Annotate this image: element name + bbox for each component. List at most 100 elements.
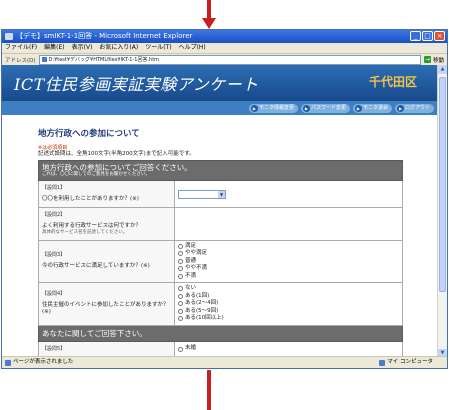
- nav-arrow-icon: ▶: [396, 104, 404, 112]
- go-button[interactable]: → 移動: [423, 56, 444, 64]
- computer-icon: [379, 359, 386, 366]
- menu-favorites[interactable]: お気に入り(A): [99, 43, 138, 53]
- banner-title: ICT住民参画実証実験アンケート: [14, 75, 259, 94]
- maximize-button[interactable]: □: [422, 31, 433, 41]
- radio-button[interactable]: [178, 346, 183, 352]
- question-label: 【設問4】: [42, 291, 66, 298]
- nav-label: モニタ情報変更: [258, 104, 294, 111]
- go-label: 移動: [432, 57, 444, 64]
- option-label: ある(10回以上): [185, 315, 224, 321]
- scroll-thumb[interactable]: [439, 77, 446, 292]
- q1-select[interactable]: ▼: [178, 189, 226, 199]
- go-arrow-icon: →: [423, 56, 431, 63]
- section-header: 地方行政への参加についてご回答ください。: [42, 163, 192, 172]
- q4-option[interactable]: ある(5〜9回): [178, 308, 399, 316]
- q4-option[interactable]: ある(2〜4回): [178, 300, 399, 308]
- status-bar: ページが表示されました マイ コンピュータ: [2, 356, 447, 368]
- menu-edit[interactable]: 編集(E): [44, 43, 64, 53]
- window-titlebar: 【デモ】smIKT-1-1回答 - Microsoft Internet Exp…: [2, 30, 447, 43]
- section-subheader: これは、〇〇に関してのご意見をお聞かせください。: [42, 172, 150, 177]
- question-label: 【設問1】: [42, 185, 66, 191]
- section2-header-row: あなたに関してご回答下さい。: [38, 324, 403, 342]
- menu-tools[interactable]: ツール(T): [145, 43, 171, 53]
- site-nav: ▶ モニタ情報変更 ▶ パスワード変更 ▶ モニタ退会 ▶ ログアウト: [2, 101, 437, 115]
- option-label: やや不満: [185, 265, 208, 271]
- section2-header: あなたに関してご回答下さい。: [42, 328, 147, 338]
- radio-button[interactable]: [178, 286, 183, 292]
- nav-withdraw-button[interactable]: ▶ モニタ退会: [352, 103, 392, 113]
- page-icon: [41, 57, 47, 62]
- option-label: 普通: [185, 257, 197, 264]
- q3-option[interactable]: 不満: [178, 273, 399, 281]
- nav-label: パスワード変更: [310, 104, 346, 111]
- window-title: 【デモ】smIKT-1-1回答 - Microsoft Internet Exp…: [16, 32, 193, 40]
- zone-text: マイ コンピュータ: [387, 359, 433, 365]
- radio-button[interactable]: [178, 301, 183, 307]
- question-label: 【設問5】: [42, 345, 66, 352]
- table-row: 【設問3】 今の行政サービスに満足していますか？(※) 満足 やや満足 普通 や…: [38, 239, 403, 283]
- menu-view[interactable]: 表示(V): [72, 43, 93, 53]
- radio-button[interactable]: [178, 293, 183, 299]
- table-row: 【設問4】 住民主催のイベントに参加したことがありますか？(※) ない ある(1…: [38, 282, 403, 326]
- radio-button[interactable]: [178, 273, 183, 279]
- q4-option[interactable]: ない: [178, 285, 399, 293]
- table-header: 地方行政への参加についてご回答ください。 これは、〇〇に関してのご意見をお聞かせ…: [38, 160, 403, 181]
- question-text: 今の行政サービスに満足していますか？(※): [42, 263, 150, 270]
- q3-option[interactable]: やや満足: [178, 250, 399, 258]
- close-button[interactable]: ×: [434, 31, 445, 41]
- address-bar: アドレス(D) D:¥test¥デバッグ¥HTMLfiles¥IKT-1-1回答…: [2, 54, 447, 65]
- radio-button[interactable]: [178, 308, 183, 314]
- chevron-down-icon: ▼: [218, 190, 225, 198]
- menu-help[interactable]: ヘルプ(H): [179, 43, 206, 53]
- radio-button[interactable]: [178, 258, 183, 264]
- question-note: 具体的なサービス名を記述してください。: [42, 230, 128, 235]
- vertical-scrollbar[interactable]: ▲ ▼: [437, 65, 447, 358]
- minimize-button[interactable]: _: [410, 31, 421, 41]
- down-arrow-icon-bottom: [207, 370, 211, 410]
- question-text: 〇〇を利用したことがありますか？(※): [42, 196, 139, 202]
- status-text: ページが表示されました: [13, 359, 74, 365]
- radio-button[interactable]: [178, 266, 183, 272]
- limit-note: 記述式設問は、全角100文字(半角200文字)まで記入可能です。: [38, 151, 195, 157]
- radio-button[interactable]: [178, 243, 183, 249]
- scroll-up-icon[interactable]: ▲: [438, 65, 447, 74]
- q3-option[interactable]: 普通: [178, 258, 399, 266]
- nav-label: モニタ退会: [362, 104, 388, 111]
- radio-button[interactable]: [178, 251, 183, 257]
- site-banner: ICT住民参画実証実験アンケート 千代田区: [2, 65, 437, 101]
- option-label: 満足: [185, 242, 197, 249]
- question-label: 【設問3】: [42, 252, 66, 259]
- q4-option[interactable]: ある(10回以上): [178, 315, 399, 323]
- question-text: よく利用する行政サービスは何ですか？: [42, 223, 142, 229]
- table-row: 【設問1】 〇〇を利用したことがありますか？(※) ▼: [38, 180, 403, 208]
- ie-icon: [5, 33, 13, 40]
- page-done-icon: [5, 359, 11, 366]
- option-label: ある(2〜4回): [185, 300, 219, 306]
- radio-button[interactable]: [178, 316, 183, 322]
- survey-table: 地方行政への参加についてご回答ください。 これは、〇〇に関してのご意見をお聞かせ…: [38, 160, 403, 358]
- q3-option[interactable]: 満足: [178, 243, 399, 251]
- option-label: 未婚: [185, 345, 197, 352]
- nav-label: ログアウト: [404, 104, 430, 111]
- option-label: ある(1回): [185, 292, 210, 299]
- table-row: 【設問5】 未婚: [38, 340, 403, 358]
- q3-option[interactable]: やや不満: [178, 265, 399, 273]
- option-label: ある(5〜9回): [185, 307, 219, 314]
- q4-option[interactable]: ある(1回): [178, 293, 399, 301]
- nav-logout-button[interactable]: ▶ ログアウト: [394, 103, 434, 113]
- address-input[interactable]: D:¥test¥デバッグ¥HTMLfiles¥IKT-1-1回答.htm: [38, 54, 421, 65]
- option-label: やや満足: [185, 250, 208, 256]
- nav-arrow-icon: ▶: [302, 104, 310, 112]
- question-label: 【設問2】: [42, 212, 66, 218]
- menu-file[interactable]: ファイル(F): [5, 43, 37, 53]
- option-label: ない: [185, 285, 197, 291]
- q2-answer-area[interactable]: [174, 207, 403, 241]
- banner-city-logo: 千代田区: [368, 75, 417, 89]
- nav-monitor-info-button[interactable]: ▶ モニタ情報変更: [248, 103, 298, 113]
- nav-password-button[interactable]: ▶ パスワード変更: [300, 103, 350, 113]
- q5-option[interactable]: 未婚: [178, 345, 399, 353]
- table-row: 【設問2】 よく利用する行政サービスは何ですか？ 具体的なサービス名を記述してく…: [38, 207, 403, 241]
- nav-arrow-icon: ▶: [354, 104, 362, 112]
- page-title: 地方行政への参加について: [38, 129, 140, 139]
- page-viewport: ICT住民参画実証実験アンケート 千代田区 ▶ モニタ情報変更 ▶ パスワード変…: [2, 65, 437, 358]
